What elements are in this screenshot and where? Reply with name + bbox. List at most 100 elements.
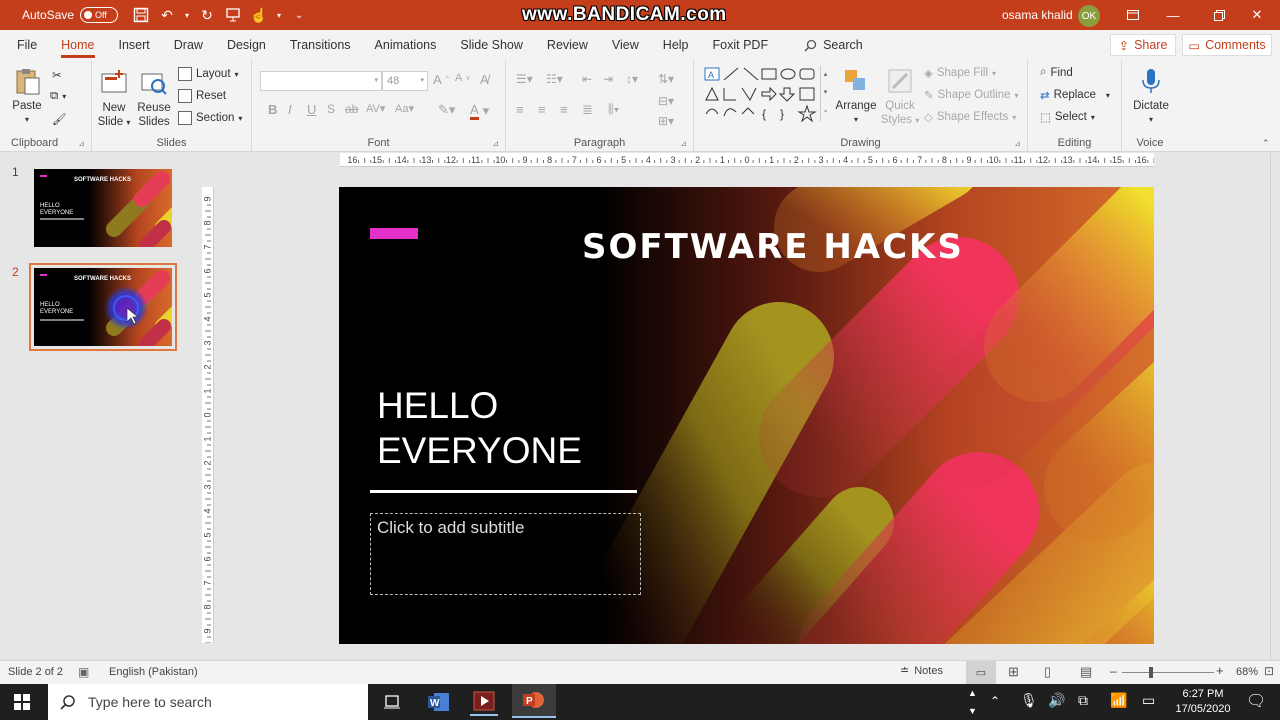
touch-mode-icon[interactable]: ☝ [248,4,270,26]
word-icon[interactable]: W [425,688,453,716]
italic-icon[interactable]: I [288,102,292,117]
slide-2[interactable]: SOFTWARE HACKS HELLO EVERYONE Click to a… [339,187,1154,644]
align-right-icon[interactable]: ≡ [560,102,568,117]
paste-button[interactable]: Paste ▾ [8,66,46,127]
increase-font-size-icon[interactable]: A ^ [433,72,449,87]
shape-effects-button[interactable]: ◇ Shape Effects ▾ [924,110,1016,124]
vertical-ruler[interactable]: 9 8 7 6 5 4 3 2 1 0 1 2 3 4 5 6 7 8 9 [202,187,214,643]
drawing-launcher-icon[interactable]: ⊿ [1014,139,1021,148]
decrease-font-size-icon[interactable]: Av [455,72,470,84]
bold-icon[interactable]: B [268,102,277,117]
user-name[interactable]: osama khalid [1002,8,1073,22]
slide-title[interactable]: SOFTWARE HACKS [582,227,964,267]
customize-toolbar-icon[interactable]: ⌄ [288,4,310,26]
wifi-icon[interactable]: 📶 [1110,692,1127,709]
accessibility-icon[interactable]: ▣ [78,665,89,679]
font-name-input[interactable]: ▾ [260,71,382,91]
character-spacing-icon[interactable]: AV▾ [366,102,385,115]
autosave-toggle[interactable]: Off [80,7,119,23]
clear-formatting-icon[interactable]: A̸ [480,72,489,87]
collapse-ribbon-icon[interactable]: ⌃ [1262,138,1270,149]
redo-icon[interactable]: ↻ [196,4,218,26]
tab-slide-show[interactable]: Slide Show [448,30,535,60]
slide-sorter-icon[interactable]: ⊞ [1008,664,1019,680]
windows-start-icon[interactable] [8,688,36,716]
arrange-button[interactable]: Arrange ▾ [836,66,876,127]
cut-icon[interactable]: ✂ [52,68,62,82]
replace-button[interactable]: ⇄ Replace ▾ [1040,88,1110,102]
fit-slide-icon[interactable]: ⊡ [1264,664,1274,678]
zoom-in-icon[interactable]: + [1216,663,1224,678]
tab-insert[interactable]: Insert [107,30,162,60]
tab-foxit-pdf[interactable]: Foxit PDF [701,30,781,60]
columns-icon[interactable]: ⫼▾ [608,102,619,117]
bullets-icon[interactable]: ☰▾ [516,72,533,86]
align-left-icon[interactable]: ≡ [516,102,524,117]
taskbar-clock[interactable]: 6:27 PM 17/05/2020 [1172,687,1234,717]
tab-home[interactable]: Home [49,30,106,60]
show-hidden-icons-icon[interactable]: ⌃ [990,694,1000,708]
font-size-input[interactable]: 48 ▾ [382,71,428,91]
align-center-icon[interactable]: ≡ [538,102,546,117]
microphone-tray-icon[interactable]: 🎙 [1020,692,1038,709]
select-button[interactable]: ⬚ Select ▾ [1040,110,1095,124]
decrease-indent-icon[interactable]: ⇤ [582,72,592,86]
dictate-button[interactable]: Dictate ▾ [1130,66,1172,127]
justify-icon[interactable]: ≣ [582,102,593,118]
normal-view-icon[interactable]: ▭ [966,661,996,684]
slide-thumbnail-2[interactable]: SOFTWARE HACKS HELLO EVERYONE [29,263,177,351]
zoom-slider[interactable] [1122,672,1214,673]
notes-button[interactable]: ≐ Notes [900,664,943,678]
section-button[interactable]: Section ▾ [178,111,242,125]
zoom-out-icon[interactable]: – [1110,664,1117,678]
display-icon[interactable]: ▭ [1142,692,1155,709]
taskbar-scroll-down-icon[interactable]: ▼ [968,706,977,716]
taskbar-search-input[interactable]: Type here to search [48,684,368,720]
slide-thumbnail-1[interactable]: SOFTWARE HACKS HELLO EVERYONE [34,169,172,247]
smartart-icon[interactable]: ⊞▾ [658,114,674,128]
tab-file[interactable]: File [5,30,49,60]
language-status[interactable]: English (Pakistan) [109,666,198,678]
share-button[interactable]: ⇪ Share [1110,34,1176,56]
tab-view[interactable]: View [600,30,651,60]
font-color-icon[interactable]: A ▾ [470,102,489,120]
undo-dropdown-icon[interactable]: ▾ [182,4,192,26]
minimize-icon[interactable]: — [1150,0,1196,30]
reset-button[interactable]: Reset [178,89,226,103]
video-app-icon[interactable] [470,688,498,716]
find-button[interactable]: ⌕ Find [1040,66,1073,79]
tab-animations[interactable]: Animations [363,30,449,60]
slide-show-icon[interactable]: ▤ [1080,664,1092,680]
volume-icon[interactable]: 🔊 [1048,692,1065,709]
font-launcher-icon[interactable]: ⊿ [492,139,499,148]
shapes-gallery-scroll[interactable]: ▴ ▾ ⌄ [820,66,830,122]
comments-button[interactable]: ▭ Comments [1182,34,1272,56]
tell-me-search[interactable]: Search [792,30,875,60]
save-icon[interactable] [130,4,152,26]
zoom-slider-thumb[interactable] [1149,667,1153,678]
zoom-level[interactable]: 68% [1236,666,1258,678]
tab-help[interactable]: Help [651,30,701,60]
tab-transitions[interactable]: Transitions [278,30,363,60]
reading-view-icon[interactable]: ▯ [1044,664,1051,680]
network-icon[interactable]: ⧉ [1078,692,1088,709]
user-avatar[interactable]: OK [1078,5,1100,27]
present-from-start-icon[interactable] [222,4,244,26]
powerpoint-icon[interactable]: P [512,684,556,718]
clipboard-launcher-icon[interactable]: ⊿ [78,139,85,148]
quick-styles-button[interactable]: Quick Styles ▾ [880,66,920,128]
shape-fill-button[interactable]: ◈ Shape Fill ▾ [924,66,996,80]
align-text-icon[interactable]: ⊟▾ [658,94,674,108]
touch-dropdown-icon[interactable]: ▾ [274,4,284,26]
horizontal-ruler[interactable]: 16 15 14 13 12 11 10 9 8 7 6 5 4 3 2 1 0 1 2 3 4 5 6 7 8 9 10 11 12 1… [340,153,1154,167]
strikethrough-icon[interactable]: ab [345,102,358,116]
undo-icon[interactable]: ↶ [156,4,178,26]
increase-indent-icon[interactable]: ⇥ [603,72,613,86]
taskbar-scroll-up-icon[interactable]: ▲ [968,688,977,698]
tab-design[interactable]: Design [215,30,278,60]
subtitle-placeholder[interactable]: Click to add subtitle [370,513,641,595]
vertical-scrollbar[interactable] [1270,153,1280,660]
line-spacing-icon[interactable]: ↕▾ [626,72,638,86]
slide-heading[interactable]: HELLO EVERYONE [377,383,582,473]
slide-count[interactable]: Slide 2 of 2 [8,666,63,678]
